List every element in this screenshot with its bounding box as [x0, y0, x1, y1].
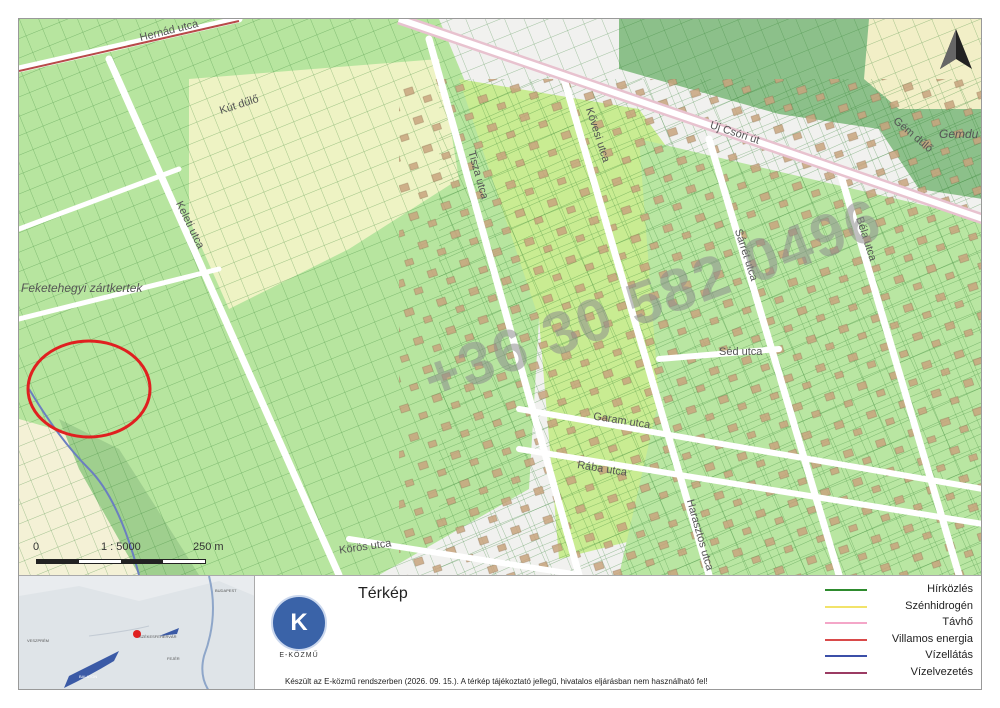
utility-legend: Hírközlés Szénhidrogén Távhő Villamos en…: [825, 583, 975, 683]
minimap-label-veszprem: VESZPRÉM: [27, 638, 50, 643]
map-title: Térkép: [358, 585, 408, 602]
legend-item-hirkozles: Hírközlés: [825, 583, 975, 600]
legend-item-szenhidrogen: Szénhidrogén: [825, 600, 975, 617]
scale-distance: 250 m: [193, 541, 224, 553]
legend-swatch: [825, 605, 867, 608]
disclaimer-note: Készült az E-közmű rendszerben (2026. 09…: [285, 677, 708, 686]
minimap-label-balaton: BALATON: [79, 674, 98, 679]
legend-swatch: [825, 622, 867, 625]
minimap-canvas: [19, 576, 254, 689]
legend-swatch: [825, 589, 867, 591]
legend-item-vizelvezetes: Vízelvezetés: [825, 666, 975, 683]
legend-item-villamos: Villamos energia: [825, 633, 975, 650]
scale-zero: 0: [33, 541, 40, 553]
minimap-label-szekesfehervar: SZÉKESFEHÉRVÁR: [139, 634, 177, 639]
legend-swatch: [825, 638, 867, 641]
place-label-area: Feketehegyi zártkertek: [21, 281, 143, 295]
minimap-label-budapest: BUDAPEST: [215, 588, 237, 593]
map-frame: Feketehegyi zártkertek Gemdu Hernád utca…: [18, 18, 982, 690]
map-canvas[interactable]: [19, 19, 982, 575]
legend-item-tavho: Távhő: [825, 616, 975, 633]
place-label-district: Gemdu: [939, 127, 979, 141]
e-kozmu-logo: K: [271, 595, 327, 651]
overview-minimap[interactable]: BUDAPEST VESZPRÉM FEJÉR SZÉKESFEHÉRVÁR B…: [19, 576, 255, 689]
scale-ratio: 1 : 5000: [101, 541, 141, 553]
scale-bar: 0 1 : 5000 250 m: [31, 541, 231, 571]
brand-name: E-KÖZMŰ: [279, 652, 319, 659]
minimap-label-fejer: FEJÉR: [167, 656, 180, 661]
north-arrow-icon: [940, 29, 972, 69]
legend-swatch: [825, 655, 867, 658]
street-label-seo: Séd utca: [719, 346, 763, 358]
legend-swatch: [825, 671, 867, 674]
legend-item-vizellatas: Vízellátás: [825, 649, 975, 666]
